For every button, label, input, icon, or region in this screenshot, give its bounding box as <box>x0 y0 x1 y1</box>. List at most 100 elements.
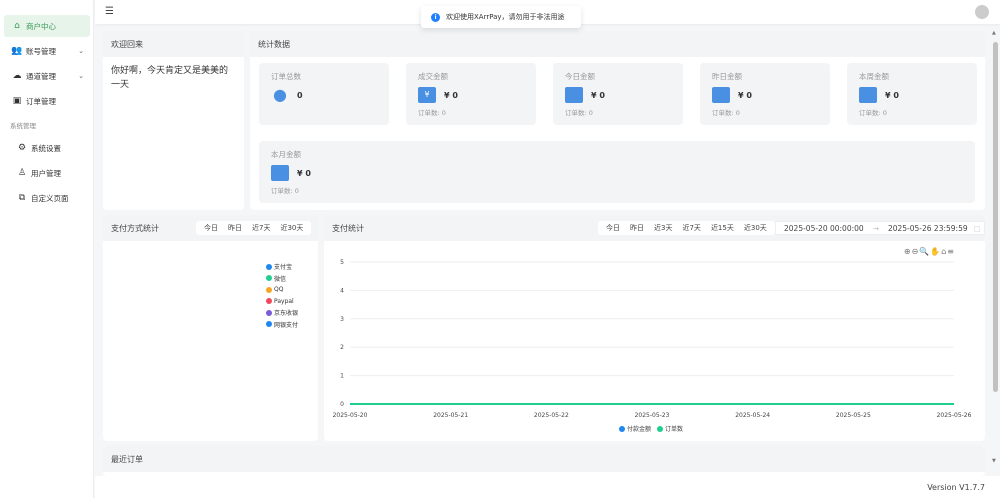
y-tick-label: 4 <box>340 287 344 294</box>
cloud-icon: ☁ <box>12 71 22 81</box>
calendar-icon <box>565 87 583 103</box>
legend-dot <box>266 263 272 270</box>
sidebar-item-label: 订单管理 <box>26 96 56 106</box>
version-text: Version V1.7.7 <box>927 483 985 492</box>
legend-dot <box>266 298 272 305</box>
legend-item[interactable]: QQ <box>266 284 298 296</box>
range-button[interactable]: 今日 <box>199 223 223 233</box>
legend-label: 网银支付 <box>274 321 299 329</box>
sidebar-item-label: 系统设置 <box>31 143 61 153</box>
stat-tile: 订单总数 ● 0 <box>259 63 389 125</box>
yen-calendar-icon: ¥ <box>418 87 436 103</box>
range-button[interactable]: 近3天 <box>649 223 677 233</box>
range-button[interactable]: 昨日 <box>223 223 247 233</box>
stat-sub: 订单数: 0 <box>418 109 446 117</box>
info-icon: i <box>431 12 440 22</box>
y-tick-label: 3 <box>340 316 344 323</box>
sidebar-item-label: 通道管理 <box>26 71 56 81</box>
avatar[interactable] <box>975 5 989 19</box>
sidebar-item-channels[interactable]: ☁ 通道管理 ⌄ <box>4 65 90 87</box>
legend-item[interactable]: 支付宝 <box>266 261 298 273</box>
user-icon: ♙ <box>17 168 27 178</box>
legend-dot <box>266 275 272 282</box>
x-tick-label: 2025-05-23 <box>635 412 670 419</box>
date-range-picker[interactable]: 2025-05-20 00:00:00 → 2025-05-26 23:59:5… <box>775 221 985 235</box>
welcome-text: 你好啊，今天肯定又是美美的一天 <box>111 66 229 90</box>
sidebar-item-settings[interactable]: ⚙ 系统设置 <box>4 137 90 159</box>
stat-tile: 成交金额 ¥ ¥ 0 订单数: 0 <box>406 63 536 125</box>
legend-dot <box>619 426 625 432</box>
stat-sub: 订单数: 0 <box>712 109 740 117</box>
sidebar-item-custom-pages[interactable]: ⧉ 自定义页面 <box>4 187 90 209</box>
range-button[interactable]: 昨日 <box>625 223 649 233</box>
sidebar-item-users[interactable]: ♙ 用户管理 <box>4 162 90 184</box>
stat-value: ¥ 0 <box>591 90 605 100</box>
pay-method-legend: 支付宝 微信 QQ Paypal 京东收银网银支付 <box>266 261 298 330</box>
sidebar-item-label: 自定义页面 <box>31 193 69 203</box>
range-button[interactable]: 近30天 <box>275 223 308 233</box>
legend-item[interactable]: 京东收银 <box>266 307 298 319</box>
calendar-icon[interactable]: ▢ <box>974 224 981 233</box>
sidebar-group-label: 系统管理 <box>10 122 36 130</box>
stat-value: ¥ 0 <box>297 168 311 178</box>
stat-value: 0 <box>297 90 303 100</box>
range-button[interactable]: 近7天 <box>677 223 705 233</box>
sidebar-item-label: 账号管理 <box>26 46 56 56</box>
stat-sub: 订单数: 0 <box>271 187 299 195</box>
pay-stats-range-buttons: 今日 昨日 近3天 近7天 近15天 近30天 <box>598 221 775 235</box>
calendar-icon <box>712 87 730 103</box>
recent-orders-card: 最近订单 <box>103 446 985 476</box>
stat-tile: 本周金额 ¥ 0 订单数: 0 <box>847 63 977 125</box>
stat-label: 本月金额 <box>271 150 301 159</box>
sidebar-item-label: 商户中心 <box>26 21 56 31</box>
toast-text: 欢迎使用XArrPay，请勿用于非法用途 <box>446 13 565 21</box>
stat-label: 订单总数 <box>271 72 301 81</box>
sidebar-item-accounts[interactable]: 👥 账号管理 ⌄ <box>4 40 90 62</box>
x-tick-label: 2025-05-22 <box>534 412 569 419</box>
card-title: 最近订单 <box>103 446 985 472</box>
pay-stats-chart: 0 1 2 3 4 5 2025-05-20 2025-05-21 2025-05-22 2025… <box>333 259 972 433</box>
chevron-down-icon: ⌄ <box>78 72 84 80</box>
legend-label: 付款金额 <box>627 425 651 433</box>
card-title: 欢迎回来 <box>103 31 244 57</box>
stat-sub: 订单数: 0 <box>565 109 593 117</box>
stat-tile: 本月金额 ¥ 0 订单数: 0 <box>259 141 975 203</box>
x-tick-label: 2025-05-20 <box>333 412 368 419</box>
stat-label: 成交金额 <box>418 72 448 81</box>
menu-toggle-icon[interactable]: ☰ <box>105 6 114 17</box>
sidebar-item-label: 用户管理 <box>31 168 61 178</box>
stats-card: 统计数据 订单总数 ● 0 成交金额 ¥ ¥ 0 订单数: 0 今日金额 ¥ 0 订单数: 0 昨日… <box>250 31 985 210</box>
sidebar-item-orders[interactable]: ▣ 订单管理 <box>4 90 90 112</box>
y-tick-label: 2 <box>340 344 344 351</box>
y-tick-label: 0 <box>340 401 344 408</box>
arrow-right-icon: → <box>872 223 879 233</box>
legend-item[interactable]: 网银支付 <box>266 319 298 331</box>
legend-item[interactable]: Paypal <box>266 296 298 308</box>
range-button[interactable]: 近7天 <box>247 223 275 233</box>
scrollbar-thumb[interactable] <box>993 42 998 392</box>
stat-value: ¥ 0 <box>444 90 458 100</box>
chevron-down-icon: ⌄ <box>78 47 84 55</box>
x-tick-label: 2025-05-24 <box>735 412 770 419</box>
calendar-icon <box>859 87 877 103</box>
calendar-icon <box>271 165 289 181</box>
footer: Version V1.7.7 <box>95 476 1000 498</box>
legend-label: 京东收银 <box>274 310 299 318</box>
stat-value: ¥ 0 <box>738 90 752 100</box>
x-tick-label: 2025-05-25 <box>836 412 871 419</box>
range-button[interactable]: 近30天 <box>739 223 772 233</box>
home-icon: ⌂ <box>14 21 20 31</box>
stat-label: 昨日金额 <box>712 72 742 81</box>
sidebar: ⌂ 商户中心 👥 账号管理 ⌄ ☁ 通道管理 ⌄ ▣ 订单管理 系统管理 ⚙ 系统设置 ♙ 用户… <box>0 0 94 498</box>
legend-item[interactable]: 微信 <box>266 273 298 285</box>
range-button[interactable]: 今日 <box>601 223 625 233</box>
end-date-input[interactable]: 2025-05-26 23:59:59 <box>888 224 968 233</box>
stat-label: 今日金额 <box>565 72 595 81</box>
sidebar-item-merchant-center[interactable]: ⌂ 商户中心 <box>4 15 90 37</box>
legend-dot <box>657 426 663 432</box>
scrollbar[interactable]: ▲ ▼ <box>990 30 1000 470</box>
pages-icon: ⧉ <box>18 193 26 203</box>
start-date-input[interactable]: 2025-05-20 00:00:00 <box>784 224 864 233</box>
card-title: 统计数据 <box>250 31 985 57</box>
range-button[interactable]: 近15天 <box>706 223 739 233</box>
